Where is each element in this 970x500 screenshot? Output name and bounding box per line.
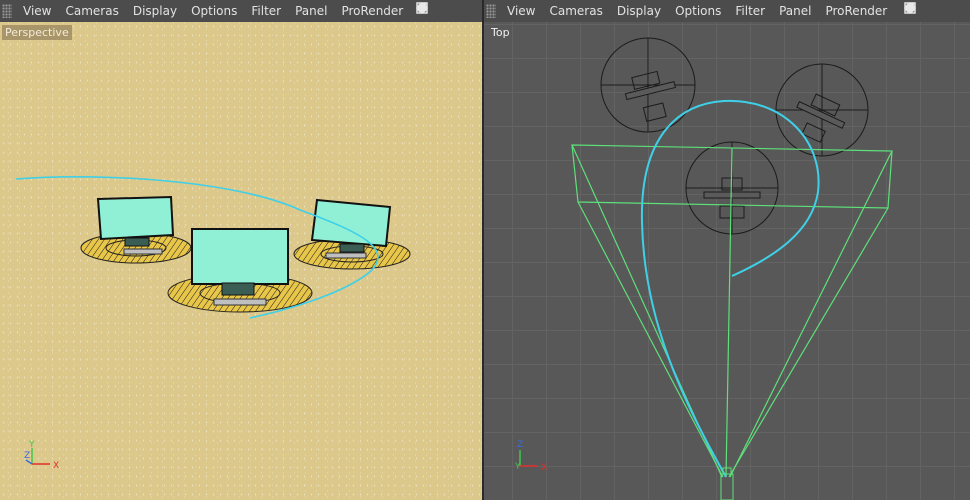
viewport-menubar: View Cameras Display Options Filter Pane…: [484, 0, 970, 22]
top-scene: Z Y X: [514, 37, 893, 500]
grip-icon[interactable]: [2, 4, 12, 18]
menu-filter[interactable]: Filter: [728, 0, 772, 22]
rotate-icon[interactable]: [905, 2, 950, 20]
menu-cameras[interactable]: Cameras: [58, 0, 125, 22]
axis-y-label: Y: [514, 462, 521, 472]
axis-x-label: X: [541, 463, 547, 473]
axis-indicator: Z Y X: [514, 440, 547, 473]
monitor-left[interactable]: [80, 195, 192, 264]
menu-options[interactable]: Options: [668, 0, 728, 22]
top-canvas[interactable]: Top Z Y X: [484, 22, 970, 500]
rotate-icon[interactable]: [417, 2, 462, 20]
perspective-canvas[interactable]: Perspective Y X Z: [0, 22, 482, 500]
viewport-label: Top: [491, 26, 510, 39]
monitor-ring-upper-right[interactable]: [775, 63, 869, 157]
menu-options[interactable]: Options: [184, 0, 244, 22]
viewport-label: Perspective: [2, 25, 72, 40]
menu-view[interactable]: View: [500, 0, 542, 22]
camera-object[interactable]: [720, 467, 734, 500]
menu-display[interactable]: Display: [126, 0, 184, 22]
menu-prorender[interactable]: ProRender: [818, 0, 894, 22]
monitor-right[interactable]: [293, 198, 411, 270]
menu-panel[interactable]: Panel: [772, 0, 818, 22]
axis-x-label: X: [53, 461, 59, 471]
menu-cameras[interactable]: Cameras: [542, 0, 609, 22]
monitor-ring-upper-left[interactable]: [600, 37, 696, 133]
maximize-icon[interactable]: [904, 2, 966, 20]
camera-spline: [640, 99, 820, 478]
maximize-icon[interactable]: [416, 2, 478, 20]
axis-indicator: Y X Z: [24, 440, 59, 471]
top-viewport[interactable]: View Cameras Display Options Filter Pane…: [484, 0, 970, 500]
axis-z-label: Z: [24, 451, 30, 461]
menu-display[interactable]: Display: [610, 0, 668, 22]
scale-icon[interactable]: [907, 2, 934, 20]
scale-icon[interactable]: [419, 2, 446, 20]
axis-y-label: Y: [28, 440, 35, 450]
grip-icon[interactable]: [486, 4, 496, 18]
axis-z-label: Z: [517, 440, 523, 450]
perspective-scene: Y X Z: [15, 176, 411, 471]
menu-prorender[interactable]: ProRender: [334, 0, 410, 22]
perspective-viewport[interactable]: View Cameras Display Options Filter Pane…: [0, 0, 482, 500]
monitor-front[interactable]: [167, 228, 313, 313]
menu-view[interactable]: View: [16, 0, 58, 22]
menu-filter[interactable]: Filter: [244, 0, 288, 22]
menu-panel[interactable]: Panel: [288, 0, 334, 22]
viewport-menubar: View Cameras Display Options Filter Pane…: [0, 0, 482, 22]
